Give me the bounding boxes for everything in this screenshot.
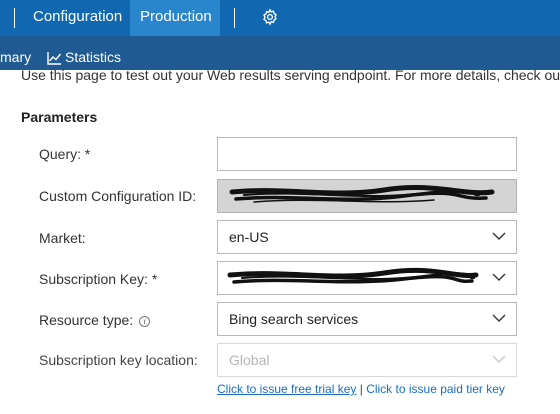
custom-config-id-label: Custom Configuration ID: [39, 188, 197, 204]
gear-icon[interactable] [261, 8, 279, 26]
subscription-key-location-select: Global [217, 343, 517, 377]
custom-config-id-field [217, 179, 517, 213]
resource-type-select[interactable]: Bing search services [217, 302, 517, 336]
subscription-key-label: Subscription Key: * [39, 271, 158, 287]
resource-type-label: Resource type: i [39, 312, 151, 328]
market-select[interactable]: en-US [217, 220, 517, 254]
tab-configuration[interactable]: Configuration [20, 0, 135, 36]
subscription-key-location-value: Global [229, 352, 270, 368]
intro-text: Use this page to test out your Web resul… [21, 70, 560, 83]
redaction-scribble [229, 185, 495, 203]
subnav-item-statistics[interactable]: Statistics [65, 36, 121, 70]
chevron-down-icon [492, 355, 506, 363]
subscription-key-location-label: Subscription key location: [39, 352, 198, 368]
query-label: Query: * [39, 146, 91, 162]
market-selected-value: en-US [229, 229, 269, 245]
chevron-down-icon [492, 232, 506, 240]
nav-divider [234, 8, 235, 28]
market-label: Market: [39, 230, 86, 246]
subscription-key-select[interactable] [217, 261, 517, 295]
link-separator: | [356, 382, 367, 396]
paid-tier-key-link[interactable]: Click to issue paid tier key [366, 382, 505, 396]
parameters-heading: Parameters [21, 109, 98, 125]
key-links: Click to issue free trial key | Click to… [217, 382, 505, 396]
redaction-scribble [227, 267, 479, 284]
chevron-down-icon [492, 273, 506, 281]
subnav-item-summary[interactable]: mary [0, 36, 31, 70]
chevron-down-icon [492, 314, 506, 322]
top-nav-bar: Configuration Production [0, 0, 560, 36]
query-input[interactable] [217, 137, 517, 171]
chart-line-icon [47, 52, 62, 65]
resource-type-selected-value: Bing search services [229, 311, 359, 327]
free-trial-key-link[interactable]: Click to issue free trial key [217, 382, 356, 396]
info-icon[interactable]: i [139, 316, 151, 327]
secondary-nav-bar: mary Statistics [0, 36, 560, 70]
resource-type-label-text: Resource type: [39, 312, 134, 328]
tab-production[interactable]: Production [130, 0, 220, 36]
nav-divider [14, 8, 15, 28]
